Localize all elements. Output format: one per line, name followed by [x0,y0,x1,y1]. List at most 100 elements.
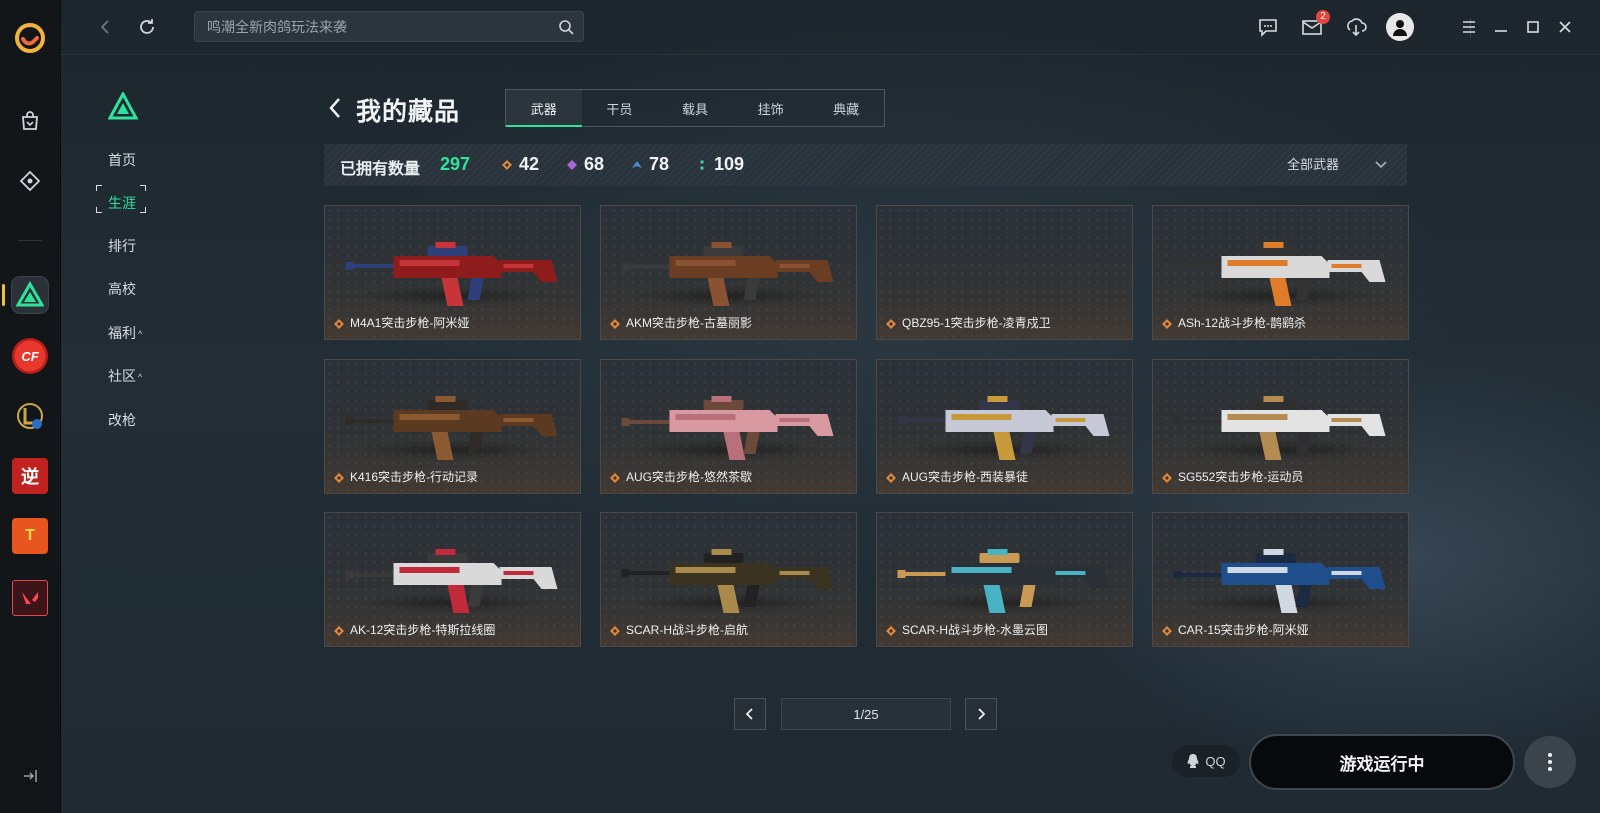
game-ni-tile[interactable]: 逆 [12,458,48,494]
menu-welfare[interactable]: 福利 ^ [108,323,142,343]
rarity-icon [334,473,344,483]
prev-page-button[interactable] [734,698,766,730]
search-input[interactable] [195,12,569,41]
rifle-icon [621,549,834,613]
menu-icon[interactable] [1455,13,1483,41]
delta-force-icon [16,281,44,307]
search-icon[interactable] [557,18,575,36]
category-tabs: 武器 干员 载具 挂饰 典藏 [505,89,885,127]
refresh-icon[interactable] [132,12,162,42]
weapon-card[interactable]: M4A1突击步枪-阿米娅 [324,205,581,340]
rifle-icon [345,549,558,613]
rarity-icon [1162,319,1172,329]
qq-penguin-icon [1187,754,1199,768]
weapon-card[interactable]: K416突击步枪-行动记录 [324,359,581,494]
weapon-card[interactable]: ASh-12战斗步枪-鹊鹞杀 [1152,205,1409,340]
rifle-icon [1173,396,1386,460]
rarity-icon [886,319,896,329]
game-running-button[interactable]: 游戏运行中 [1249,734,1515,790]
minimize-icon[interactable] [1487,13,1515,41]
tab-collection[interactable]: 典藏 [808,90,884,126]
weapon-name: QBZ95-1突击步枪-凌青戍卫 [902,316,1051,330]
menu-home[interactable]: 首页 [108,150,136,170]
weapon-name: ASh-12战斗步枪-鹊鹞杀 [1178,316,1307,330]
filter-label: 全部武器 [1286,157,1339,172]
rarity-icon [886,473,896,483]
game-tile-5[interactable]: T [12,518,48,554]
rarity-blue-value: 78 [649,154,670,174]
weapon-card[interactable]: SCAR-H战斗步枪-水墨云图 [876,512,1133,647]
weapon-grid: M4A1突击步枪-阿米娅 AKM突击步枪-古墓丽影 QBZ95-1突击步枪-凌青戍卫… [324,205,1409,649]
rifle-icon [621,242,834,306]
menu-college[interactable]: 高校 [108,279,136,299]
more-options-icon[interactable] [1524,736,1576,788]
weapon-name: AUG突击步枪-悠然茶歇 [626,470,753,484]
rarity-green-count: 109 [697,154,744,175]
menu-gunsmith[interactable]: 改枪 [108,410,136,430]
chat-icon[interactable] [1254,13,1282,41]
menu-career[interactable]: 生涯 [96,185,146,213]
maximize-icon[interactable] [1519,13,1547,41]
close-icon[interactable] [1551,13,1579,41]
app-logo-icon[interactable] [14,22,46,54]
weapon-card[interactable]: AK-12突击步枪-特斯拉线圈 [324,512,581,647]
weapon-card[interactable]: SG552突击步枪-运动员 [1152,359,1409,494]
valorant-icon [22,592,38,604]
crossfire-icon: CF [21,348,39,364]
menu-ranking-label: 排行 [108,238,136,254]
rifle-icon [897,549,1110,613]
qq-button[interactable]: QQ [1172,745,1240,777]
rifle-icon [345,242,558,306]
menu-college-label: 高校 [108,281,136,297]
tab-weapons[interactable]: 武器 [506,90,582,127]
rarity-orange-count: 42 [502,154,539,175]
weapon-card[interactable]: QBZ95-1突击步枪-凌青戍卫 [876,205,1133,340]
mail-badge: 2 [1316,10,1330,24]
tab-operators[interactable]: 干员 [582,90,658,126]
chevron-up-icon: ^ [138,372,143,382]
menu-ranking[interactable]: 排行 [108,236,136,256]
chevron-left-icon [745,708,753,720]
weapon-filter-dropdown[interactable]: 全部武器 [1287,154,1389,173]
rail-divider [18,240,42,241]
weapon-card[interactable]: CAR-15突击步枪-阿米娅 [1152,512,1409,647]
next-page-button[interactable] [965,698,997,730]
rifle-icon [897,396,1110,460]
mail-icon[interactable]: 2 [1298,10,1330,41]
weapon-card[interactable]: SCAR-H战斗步枪-启航 [600,512,857,647]
t-game-icon: T [25,527,35,544]
game-valorant-tile[interactable] [12,580,48,616]
weapon-card[interactable]: AUG突击步枪-西装暴徒 [876,359,1133,494]
owned-count: 297 [440,154,471,174]
rarity-icon [1162,473,1172,483]
weapon-card[interactable]: AUG突击步枪-悠然茶歇 [600,359,857,494]
weapon-name: SCAR-H战斗步枪-水墨云图 [902,623,1048,637]
rarity-icon [1162,626,1172,636]
rarity-blue-icon [632,160,642,168]
rarity-icon [334,626,344,636]
rarity-icon [610,626,620,636]
tab-charms[interactable]: 挂饰 [733,90,809,126]
games-library-icon[interactable] [12,163,48,199]
weapon-name: M4A1突击步枪-阿米娅 [350,316,470,330]
rarity-icon [886,626,896,636]
back-nav-icon[interactable] [90,12,120,42]
store-bag-icon[interactable] [12,103,48,139]
user-avatar[interactable] [1386,13,1414,41]
search-box[interactable] [194,11,584,42]
rarity-green-value: 109 [714,154,745,174]
game-delta-force-tile[interactable] [12,277,48,313]
download-icon[interactable] [1342,13,1370,41]
rifle-icon [1173,549,1386,613]
page-back-icon[interactable] [326,96,344,120]
expand-sidebar-icon[interactable] [20,766,40,786]
tab-vehicles[interactable]: 载具 [657,90,733,126]
menu-community[interactable]: 社区 ^ [108,366,142,386]
game-crossfire-tile[interactable]: CF [12,338,48,374]
weapon-name: K416突击步枪-行动记录 [350,470,479,484]
page-title: 我的藏品 [356,98,461,126]
game-lol-tile[interactable] [12,398,48,434]
qq-label: QQ [1205,753,1226,769]
rarity-blue-count: 78 [632,154,669,175]
weapon-card[interactable]: AKM突击步枪-古墓丽影 [600,205,857,340]
